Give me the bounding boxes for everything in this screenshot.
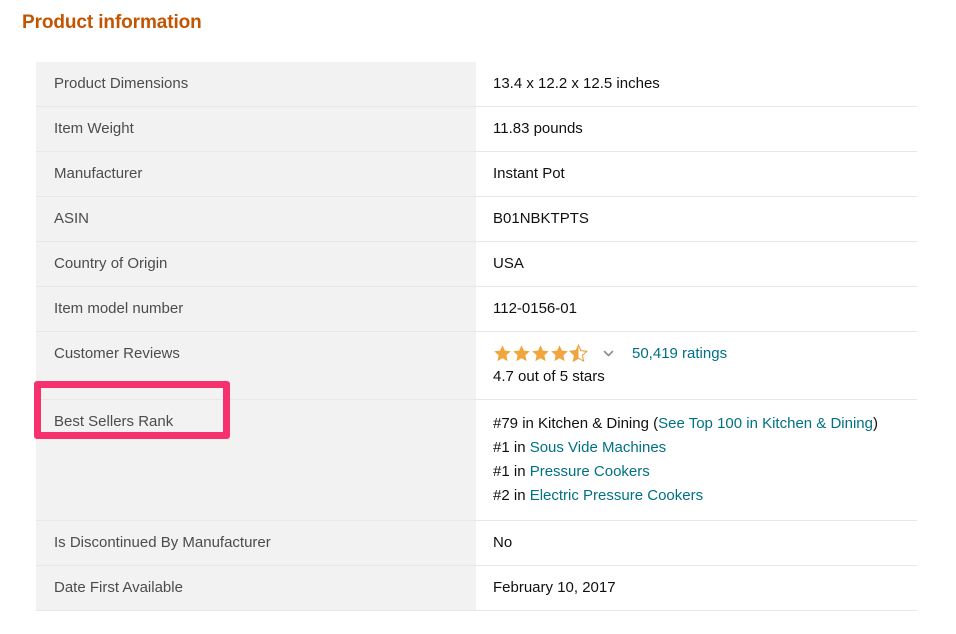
row-value-product-dimensions: 13.4 x 12.2 x 12.5 inches bbox=[476, 62, 917, 107]
best-sellers-rank-entry: #1 in Sous Vide Machines bbox=[493, 436, 917, 460]
best-sellers-rank-list: #79 in Kitchen & Dining (See Top 100 in … bbox=[493, 412, 917, 508]
rank-category-link[interactable]: Pressure Cookers bbox=[530, 463, 650, 480]
row-value-asin: B01NBKTPTS bbox=[476, 197, 917, 242]
rank-category-link[interactable]: Electric Pressure Cookers bbox=[530, 487, 703, 504]
row-label-asin: ASIN bbox=[36, 197, 476, 242]
row-value-item-weight: 11.83 pounds bbox=[476, 107, 917, 152]
table-row: Date First Available February 10, 2017 bbox=[36, 566, 917, 611]
see-top-100-link[interactable]: See Top 100 in Kitchen & Dining bbox=[658, 415, 873, 432]
rank-category: Kitchen & Dining bbox=[538, 415, 649, 432]
table-body: Product Dimensions 13.4 x 12.2 x 12.5 in… bbox=[36, 62, 917, 611]
rank-category-link[interactable]: Sous Vide Machines bbox=[530, 439, 666, 456]
row-value-date-first-available: February 10, 2017 bbox=[476, 566, 917, 611]
rank-in-word: in bbox=[518, 415, 538, 432]
table-row: Manufacturer Instant Pot bbox=[36, 152, 917, 197]
table-row: Is Discontinued By Manufacturer No bbox=[36, 521, 917, 566]
row-label-product-dimensions: Product Dimensions bbox=[36, 62, 476, 107]
table-row: Item model number 112-0156-01 bbox=[36, 287, 917, 332]
rank-number: #1 bbox=[493, 439, 510, 456]
row-value-is-discontinued: No bbox=[476, 521, 917, 566]
best-sellers-rank-entry: #1 in Pressure Cookers bbox=[493, 460, 917, 484]
best-sellers-rank-entry: #2 in Electric Pressure Cookers bbox=[493, 484, 917, 508]
table-row: Country of Origin USA bbox=[36, 242, 917, 287]
rank-in-word: in bbox=[510, 487, 530, 504]
row-value-manufacturer: Instant Pot bbox=[476, 152, 917, 197]
row-value-item-model-number: 112-0156-01 bbox=[476, 287, 917, 332]
row-label-best-sellers-rank: Best Sellers Rank bbox=[36, 400, 476, 521]
best-sellers-rank-entry: #79 in Kitchen & Dining (See Top 100 in … bbox=[493, 412, 917, 436]
rank-number: #79 bbox=[493, 415, 518, 432]
table-row: Item Weight 11.83 pounds bbox=[36, 107, 917, 152]
table-row: ASIN B01NBKTPTS bbox=[36, 197, 917, 242]
row-value-country-of-origin: USA bbox=[476, 242, 917, 287]
page-title: Product information bbox=[22, 10, 202, 36]
row-label-is-discontinued: Is Discontinued By Manufacturer bbox=[36, 521, 476, 566]
product-information-table: Product Dimensions 13.4 x 12.2 x 12.5 in… bbox=[36, 62, 917, 611]
paren-open: ( bbox=[649, 415, 658, 432]
ratings-count-link[interactable]: 50,419 ratings bbox=[632, 344, 727, 364]
rank-number: #2 bbox=[493, 487, 510, 504]
table-row-best-sellers-rank: Best Sellers Rank #79 in Kitchen & Dinin… bbox=[36, 400, 917, 521]
rating-text: 4.7 out of 5 stars bbox=[493, 367, 917, 387]
star-rating-icon[interactable] bbox=[493, 344, 593, 363]
table-row-customer-reviews: Customer Reviews bbox=[36, 332, 917, 400]
rank-in-word: in bbox=[510, 463, 530, 480]
row-label-customer-reviews: Customer Reviews bbox=[36, 332, 476, 400]
rating-summary: 50,419 ratings bbox=[493, 344, 917, 363]
row-label-item-model-number: Item model number bbox=[36, 287, 476, 332]
row-label-date-first-available: Date First Available bbox=[36, 566, 476, 611]
row-label-item-weight: Item Weight bbox=[36, 107, 476, 152]
table-row: Product Dimensions 13.4 x 12.2 x 12.5 in… bbox=[36, 62, 917, 107]
chevron-down-icon[interactable] bbox=[603, 348, 614, 359]
rank-in-word: in bbox=[510, 439, 530, 456]
row-label-country-of-origin: Country of Origin bbox=[36, 242, 476, 287]
row-value-best-sellers-rank: #79 in Kitchen & Dining (See Top 100 in … bbox=[476, 400, 917, 521]
rank-number: #1 bbox=[493, 463, 510, 480]
row-label-manufacturer: Manufacturer bbox=[36, 152, 476, 197]
paren-close: ) bbox=[873, 415, 878, 432]
row-value-customer-reviews: 50,419 ratings 4.7 out of 5 stars bbox=[476, 332, 917, 400]
